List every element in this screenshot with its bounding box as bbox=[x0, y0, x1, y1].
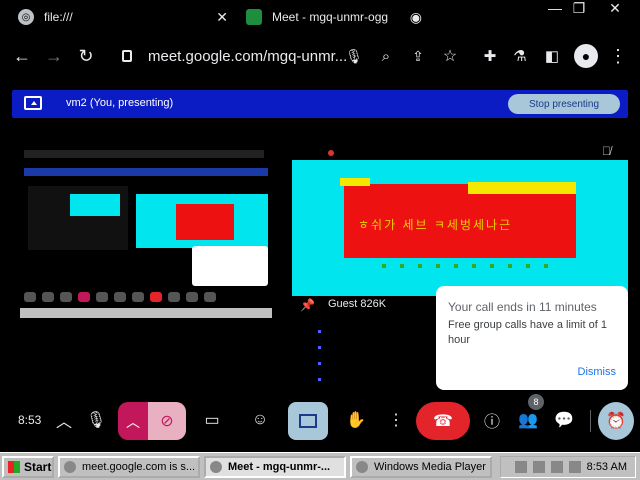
taskbar-item-meet-share[interactable]: meet.google.com is s... bbox=[58, 456, 200, 478]
extensions-icon[interactable]: ✚ bbox=[478, 44, 502, 68]
tray-clock: 8:53 AM bbox=[586, 461, 627, 473]
back-arrow-icon[interactable]: ← bbox=[10, 44, 34, 68]
chevron-up-icon[interactable]: ︿ bbox=[46, 404, 82, 436]
thumb-controls bbox=[24, 292, 268, 302]
start-label: Start bbox=[24, 460, 52, 474]
desktop: ◎ file:/// ✕ Meet - mgq-unmr-ogg ◉ — ❐ ✕… bbox=[0, 0, 640, 480]
meeting-time: 8:53 bbox=[18, 413, 42, 427]
minimize-icon[interactable]: — bbox=[544, 0, 566, 16]
camera-off-button[interactable]: ⊘ bbox=[148, 402, 186, 440]
taskbar-item-label: Windows Media Player bbox=[374, 461, 486, 473]
lock-icon bbox=[122, 50, 132, 62]
timer-button[interactable]: ⏰ bbox=[598, 402, 634, 440]
slide-highlight-small bbox=[340, 178, 370, 186]
tab-strip: ◎ file:/// ✕ Meet - mgq-unmr-ogg ◉ — ❐ ✕ bbox=[0, 0, 640, 34]
shared-screen-tile[interactable]: ㅎ쉬가 세브 ㅋ세벙세나근 bbox=[292, 160, 628, 296]
windows-flag-icon bbox=[8, 461, 20, 473]
thumb-taskbar bbox=[20, 308, 272, 318]
mic-button[interactable]: 🎙 bbox=[78, 404, 114, 436]
info-button[interactable]: ⓘ bbox=[474, 404, 510, 436]
notification-body: Free group calls have a limit of 1 hour bbox=[448, 319, 607, 346]
tab-title: file:/// bbox=[44, 10, 73, 24]
star-icon[interactable]: ☆ bbox=[438, 44, 462, 68]
media-player-icon bbox=[356, 461, 368, 473]
notification-title: Your call ends in 11 minutes bbox=[448, 300, 597, 314]
zoom-icon[interactable]: ⌕ bbox=[374, 44, 398, 68]
slide-text: ㅎ쉬가 세브 ㅋ세벙세나근 bbox=[358, 218, 513, 232]
camera-options-chevron-icon[interactable]: ︿ bbox=[126, 412, 140, 432]
volume-icon[interactable] bbox=[550, 461, 563, 473]
present-icon bbox=[299, 414, 317, 428]
leave-call-button[interactable]: ☎ bbox=[416, 402, 470, 440]
present-screen-icon bbox=[24, 96, 42, 110]
browser-toolbar: ← → ↻ meet.google.com/mgq-unmr... 🎙 ⌕ ⇪ … bbox=[0, 36, 640, 76]
chat-button[interactable]: 💬 bbox=[546, 404, 582, 436]
self-view-tile[interactable] bbox=[20, 128, 272, 320]
call-limit-notification: Your call ends in 11 minutes Free group … bbox=[436, 286, 628, 390]
tab-file[interactable]: ◎ file:/// ✕ bbox=[18, 4, 228, 30]
forward-arrow-icon[interactable]: → bbox=[42, 44, 66, 68]
lab-flask-icon[interactable]: ⚗ bbox=[508, 44, 532, 68]
mic-off-icon: 🎙̸ bbox=[602, 144, 611, 158]
banner-text: vm2 (You, presenting) bbox=[66, 97, 174, 109]
url-text: meet.google.com/mgq-unmr... bbox=[148, 47, 348, 65]
thumb-mini-screen bbox=[28, 186, 128, 250]
dismiss-button[interactable]: Dismiss bbox=[578, 366, 617, 378]
participant-name: Guest 826K bbox=[328, 298, 387, 310]
system-tray: 8:53 AM bbox=[500, 456, 636, 478]
tab-meet[interactable]: Meet - mgq-unmr-ogg ◉ bbox=[246, 4, 422, 30]
taskbar-item-media-player[interactable]: Windows Media Player bbox=[350, 456, 492, 478]
captions-button[interactable]: ▭ bbox=[194, 404, 230, 436]
thumb-urlbar bbox=[24, 150, 264, 158]
reload-icon[interactable]: ↻ bbox=[74, 44, 98, 68]
profile-avatar-icon[interactable]: ● bbox=[574, 44, 598, 68]
globe-icon: ◎ bbox=[18, 9, 34, 25]
network-icon[interactable] bbox=[532, 461, 545, 473]
presenting-banner: vm2 (You, presenting) Stop presenting bbox=[12, 90, 628, 118]
security-icon[interactable] bbox=[568, 461, 581, 473]
taskbar-item-label: meet.google.com is s... bbox=[82, 461, 196, 473]
emoji-button[interactable]: ☺ bbox=[242, 404, 278, 436]
chrome-icon bbox=[210, 461, 222, 473]
thumb-notification bbox=[192, 246, 268, 286]
divider bbox=[590, 410, 591, 432]
mic-icon[interactable]: 🎙 bbox=[342, 44, 366, 68]
present-button[interactable] bbox=[288, 402, 328, 440]
taskbar-item-label: Meet - mgq-unmr-... bbox=[228, 461, 331, 473]
chrome-icon bbox=[64, 461, 76, 473]
camera-group: ︿ ⊘ bbox=[118, 402, 186, 440]
slide-tick-row bbox=[382, 264, 582, 268]
participants-badge: 8 bbox=[528, 394, 544, 410]
menu-kebab-icon[interactable]: ⋮ bbox=[606, 44, 630, 68]
people-button[interactable]: 👥 bbox=[510, 404, 546, 436]
raise-hand-button[interactable]: ✋ bbox=[338, 404, 374, 436]
restore-icon[interactable]: ❐ bbox=[568, 0, 590, 17]
share-icon[interactable]: ⇪ bbox=[406, 44, 430, 68]
thumb-slide bbox=[136, 194, 268, 248]
windows-taskbar: Start meet.google.com is s... Meet - mgq… bbox=[0, 452, 640, 480]
keyboard-icon[interactable] bbox=[514, 461, 527, 473]
speaking-indicator-icon bbox=[328, 150, 334, 156]
start-button[interactable]: Start bbox=[2, 456, 54, 478]
recording-dot-icon: ◉ bbox=[409, 9, 422, 25]
stop-presenting-button[interactable]: Stop presenting bbox=[508, 94, 620, 114]
meet-icon bbox=[246, 9, 262, 25]
window-close-icon[interactable]: ✕ bbox=[604, 0, 626, 17]
side-panel-icon[interactable]: ◧ bbox=[540, 44, 564, 68]
loading-dots bbox=[318, 330, 322, 390]
meeting-controls: 8:53 ︿ 🎙 ︿ ⊘ ▭ ☺ ✋ ⋮ ☎ ⓘ 👥 8 💬 ⏰ bbox=[0, 394, 640, 442]
pin-icon[interactable]: 📌 bbox=[300, 298, 315, 312]
taskbar-item-meet[interactable]: Meet - mgq-unmr-... bbox=[204, 456, 346, 478]
slide-highlight bbox=[468, 182, 576, 194]
tab-close-icon[interactable]: ✕ bbox=[216, 9, 228, 26]
tab-title: Meet - mgq-unmr-ogg bbox=[272, 10, 389, 24]
thumb-banner bbox=[24, 168, 268, 176]
more-options-button[interactable]: ⋮ bbox=[378, 404, 414, 436]
